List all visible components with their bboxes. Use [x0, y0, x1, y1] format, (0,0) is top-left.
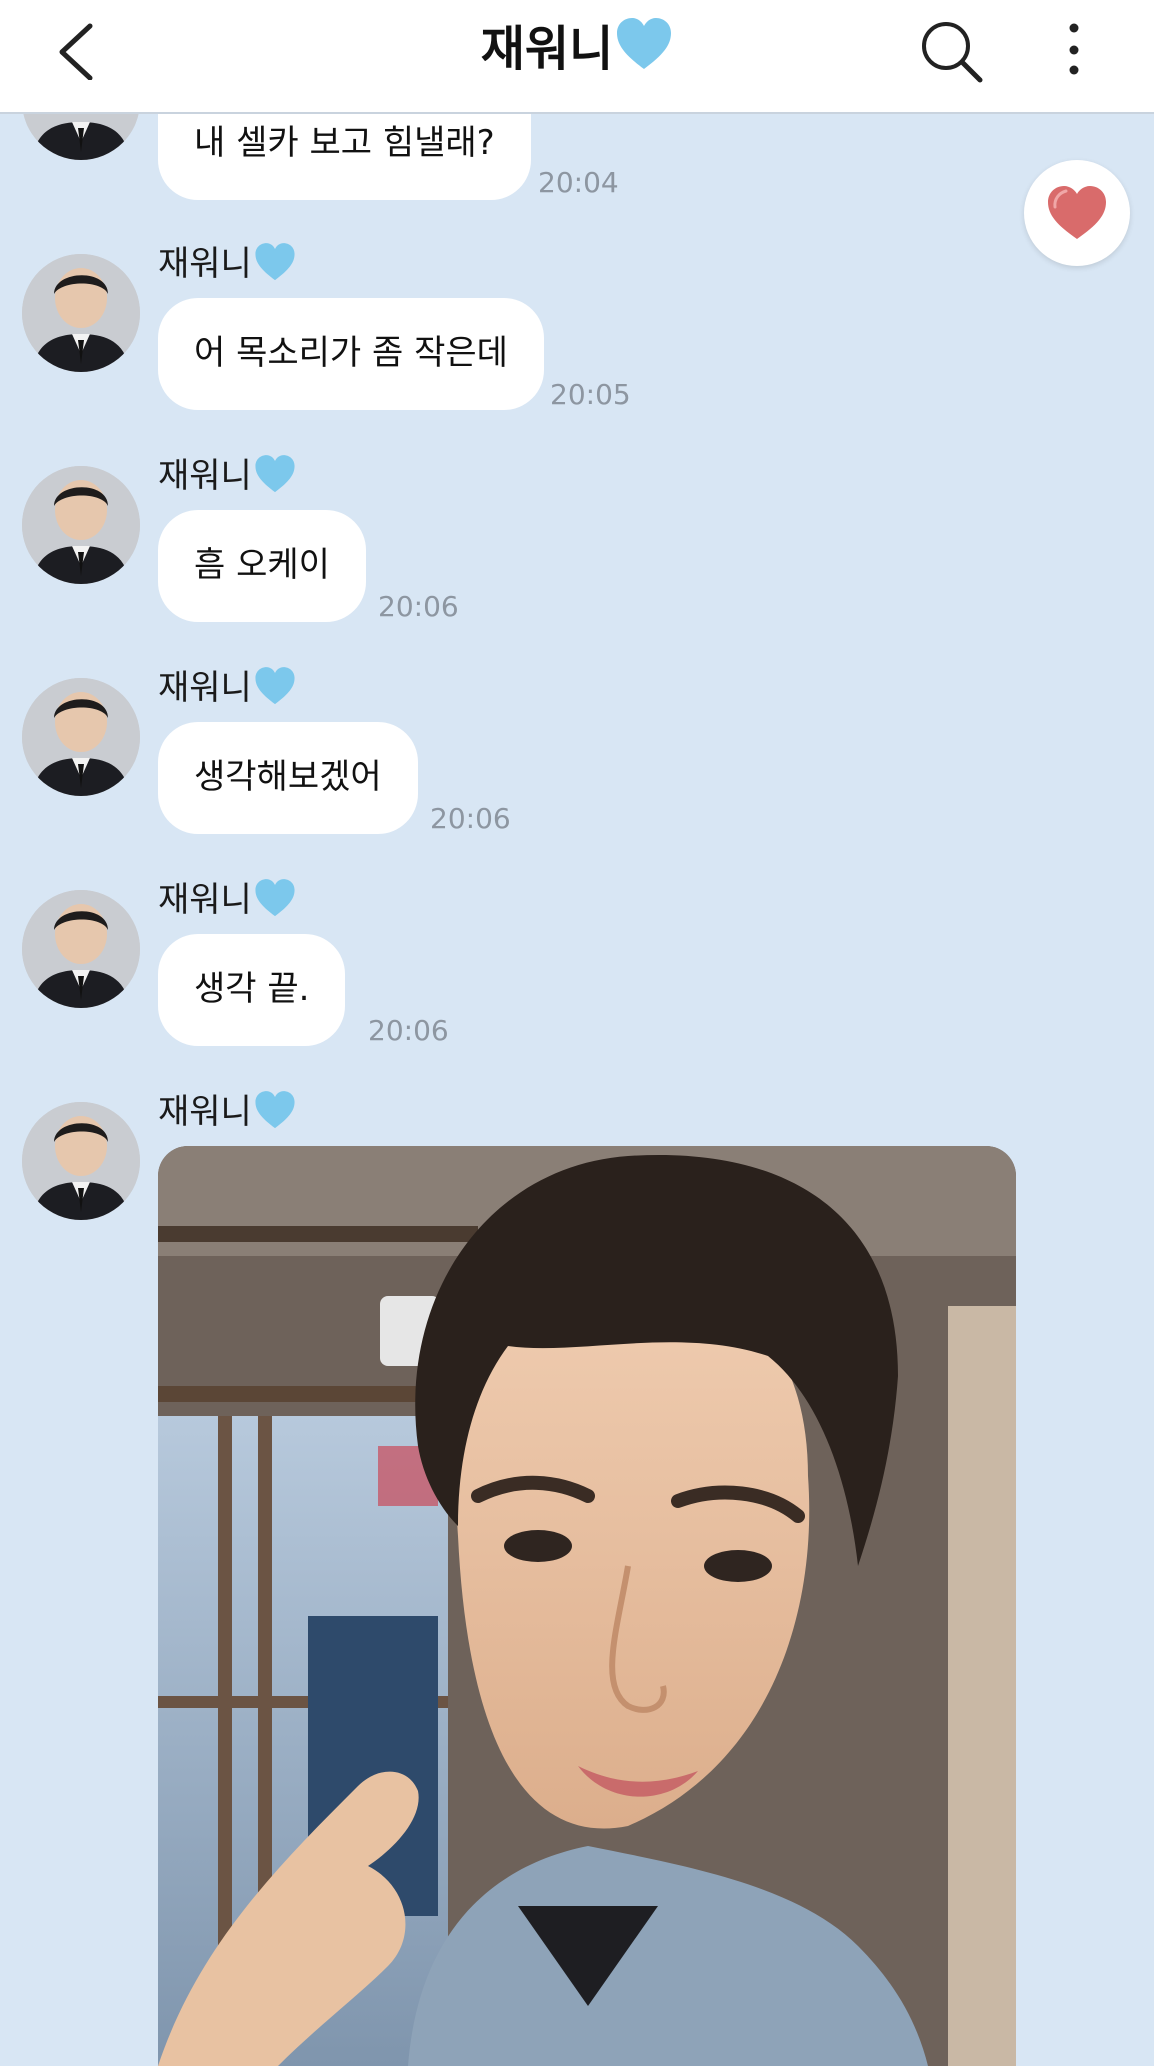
search-icon	[922, 22, 983, 83]
avatar[interactable]	[22, 890, 140, 1008]
message-time: 20:06	[368, 1014, 449, 1047]
more-options-button[interactable]	[1056, 20, 1092, 80]
message-bubble[interactable]: 생각해보겠어	[158, 722, 418, 834]
light-blue-heart-icon	[255, 879, 295, 917]
sender-name-text: 재워니	[158, 1092, 252, 1132]
sender-name-text: 재워니	[158, 244, 252, 284]
search-button[interactable]	[918, 18, 986, 86]
message-bubble[interactable]: 흠 오케이	[158, 510, 366, 622]
message-time: 20:04	[538, 166, 619, 199]
sender-name: 재워니	[158, 1090, 296, 1134]
light-blue-heart-icon	[255, 243, 295, 281]
heart-reaction-button[interactable]	[1024, 160, 1130, 266]
avatar[interactable]	[22, 1102, 140, 1220]
message-time: 20:06	[378, 590, 459, 623]
heart-icon	[1048, 186, 1106, 239]
sender-name: 재워니	[158, 666, 296, 710]
sender-name-text: 재워니	[158, 668, 252, 708]
chat-title-text: 재워니	[480, 21, 614, 77]
sender-name: 재워니	[158, 878, 296, 922]
message-time: 20:06	[430, 802, 511, 835]
sender-name-text: 재워니	[158, 456, 252, 496]
sender-name-text: 재워니	[158, 880, 252, 920]
message-bubble[interactable]: 생각 끝.	[158, 934, 346, 1046]
vertical-dots-icon	[1069, 23, 1079, 75]
message-bubble[interactable]: 어 목소리가 좀 작은데	[158, 298, 544, 410]
message-time: 20:05	[550, 378, 631, 411]
avatar[interactable]	[22, 466, 140, 584]
light-blue-heart-icon	[255, 455, 295, 493]
sender-name: 재워니	[158, 242, 296, 286]
selfie-photo	[158, 1146, 1016, 2066]
light-blue-heart-icon	[615, 17, 673, 90]
avatar[interactable]	[22, 678, 140, 796]
photo-message[interactable]	[158, 1146, 1016, 2066]
chat-header: 재워니	[0, 0, 1154, 114]
light-blue-heart-icon	[255, 667, 295, 705]
avatar[interactable]	[22, 254, 140, 372]
sender-name: 재워니	[158, 454, 296, 498]
light-blue-heart-icon	[255, 1091, 295, 1129]
